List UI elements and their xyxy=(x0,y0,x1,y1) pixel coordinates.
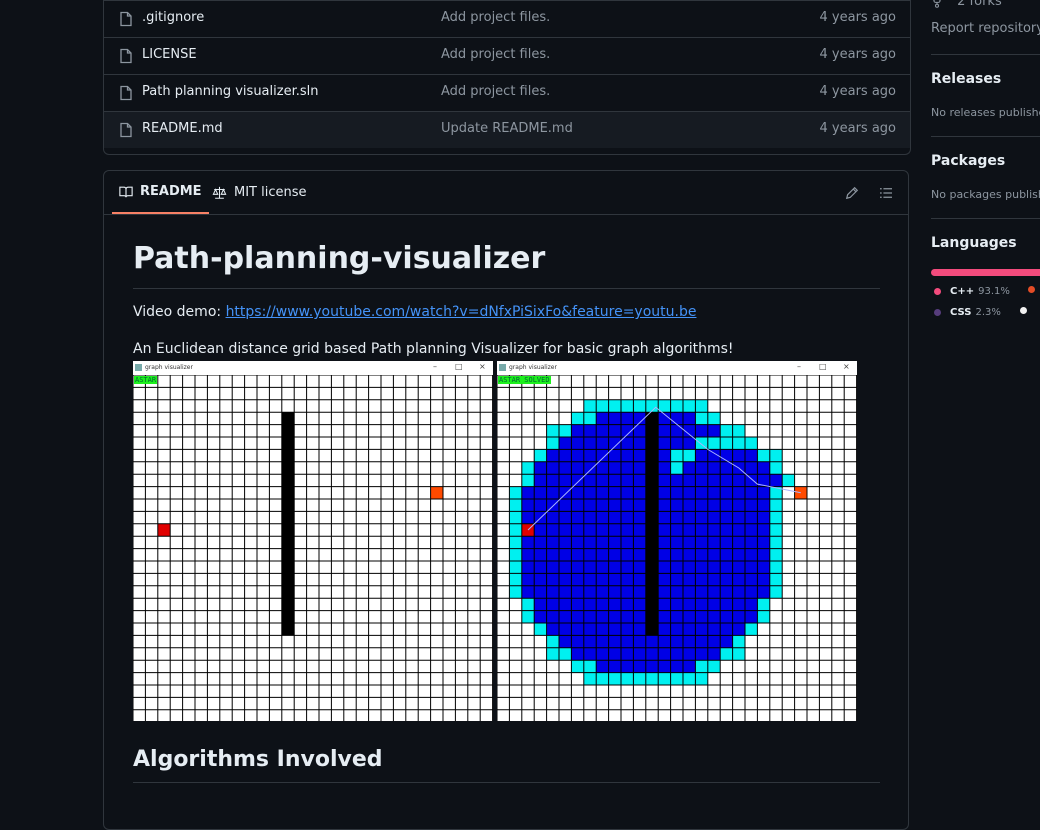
commit-age: 4 years ago xyxy=(819,121,896,136)
window-title: graph visualizer xyxy=(145,364,193,371)
readme-panel: README MIT license Path-planning-visuali… xyxy=(103,170,909,830)
commit-message[interactable]: Update README.md xyxy=(441,121,573,136)
fork-icon xyxy=(933,0,941,8)
language-percent: 93.1% xyxy=(978,286,1010,297)
divider xyxy=(931,54,1040,55)
language-item[interactable]: C++ 93.1% xyxy=(934,286,1010,297)
close-icon: × xyxy=(843,362,850,371)
window-titlebar: graph visualizer – □ × xyxy=(497,361,857,375)
file-icon xyxy=(120,122,132,138)
demo-paragraph: Video demo: https://www.youtube.com/watc… xyxy=(133,304,696,320)
maximize-icon: □ xyxy=(455,362,463,371)
book-icon xyxy=(119,186,133,197)
app-icon xyxy=(135,364,142,371)
packages-heading[interactable]: Packages xyxy=(931,153,1005,169)
commit-age: 4 years ago xyxy=(819,84,896,99)
demo-label: Video demo: xyxy=(133,304,222,320)
list-icon xyxy=(880,188,892,198)
file-name[interactable]: .gitignore xyxy=(142,10,204,25)
commit-age: 4 years ago xyxy=(819,47,896,62)
file-icon xyxy=(120,85,132,101)
window-title: graph visualizer xyxy=(509,364,557,371)
minimize-icon: – xyxy=(433,362,437,371)
language-dot xyxy=(1020,307,1027,314)
algorithm-label: ASTAR SOLVED xyxy=(498,376,551,384)
languages-heading: Languages xyxy=(931,235,1017,251)
tab-readme-label: README xyxy=(140,184,202,199)
pencil-icon xyxy=(845,186,859,200)
language-percent: 2.3% xyxy=(975,307,1001,318)
file-row[interactable]: Path planning visualizer.sln Add project… xyxy=(104,74,910,111)
section-heading: Algorithms Involved xyxy=(133,747,880,783)
file-list: .gitignore Add project files. 4 years ag… xyxy=(103,0,911,155)
commit-message[interactable]: Add project files. xyxy=(441,84,550,99)
report-repository-link[interactable]: Report repository xyxy=(931,21,1040,36)
language-name: CSS xyxy=(950,307,972,318)
screenshot-astar: graph visualizer – □ × ASTAR xyxy=(133,361,493,721)
outline-button[interactable] xyxy=(870,182,902,204)
file-name[interactable]: Path planning visualizer.sln xyxy=(142,84,318,99)
minimize-icon: – xyxy=(797,362,801,371)
releases-empty: No releases published xyxy=(931,106,1040,119)
readme-tabs: README MIT license xyxy=(104,171,908,215)
language-dot xyxy=(1028,286,1035,293)
grid-canvas xyxy=(133,375,493,721)
screenshot-astar-solved: graph visualizer – □ × ASTAR SOLVED xyxy=(497,361,857,721)
forks-link[interactable]: 2 forks xyxy=(931,0,1002,9)
close-icon: × xyxy=(479,362,486,371)
releases-heading[interactable]: Releases xyxy=(931,71,1001,87)
tab-license[interactable]: MIT license xyxy=(212,171,307,214)
file-row[interactable]: README.md Update README.md 4 years ago xyxy=(104,111,910,148)
file-row[interactable]: LICENSE Add project files. 4 years ago xyxy=(104,37,910,74)
commit-age: 4 years ago xyxy=(819,10,896,25)
file-icon xyxy=(120,11,132,27)
description: An Euclidean distance grid based Path pl… xyxy=(133,341,734,357)
language-item[interactable] xyxy=(1028,286,1040,293)
edit-button[interactable] xyxy=(836,182,868,204)
law-icon xyxy=(212,186,227,199)
demo-link[interactable]: https://www.youtube.com/watch?v=dNfxPiSi… xyxy=(226,304,697,320)
file-icon xyxy=(120,48,132,64)
forks-count: 2 forks xyxy=(957,0,1002,9)
app-icon xyxy=(499,364,506,371)
language-item[interactable] xyxy=(1020,307,1036,314)
maximize-icon: □ xyxy=(819,362,827,371)
file-name[interactable]: LICENSE xyxy=(142,47,197,62)
file-row[interactable]: .gitignore Add project files. 4 years ag… xyxy=(104,0,910,37)
divider xyxy=(931,136,1040,137)
algorithm-label: ASTAR xyxy=(134,376,158,384)
language-name: C++ xyxy=(950,286,975,297)
language-bar xyxy=(931,269,1040,276)
language-item[interactable]: CSS 2.3% xyxy=(934,307,1001,318)
language-dot xyxy=(934,288,941,295)
tab-license-label: MIT license xyxy=(234,185,307,200)
readme-title: Path-planning-visualizer xyxy=(133,241,880,289)
commit-message[interactable]: Add project files. xyxy=(441,47,550,62)
window-titlebar: graph visualizer – □ × xyxy=(133,361,493,375)
commit-message[interactable]: Add project files. xyxy=(441,10,550,25)
tab-readme[interactable]: README xyxy=(112,171,209,214)
packages-empty: No packages published xyxy=(931,188,1040,201)
divider xyxy=(931,218,1040,219)
language-dot xyxy=(934,309,941,316)
grid-canvas xyxy=(497,375,857,721)
file-name[interactable]: README.md xyxy=(142,121,223,136)
